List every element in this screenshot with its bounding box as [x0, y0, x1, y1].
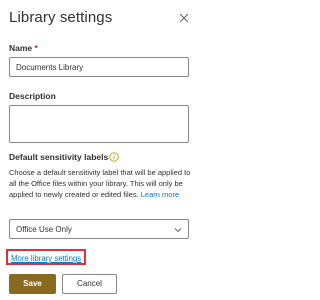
- description-label: Description: [9, 91, 56, 101]
- panel-title: Library settings: [9, 9, 113, 26]
- info-icon[interactable]: [109, 152, 119, 162]
- sensitivity-description: Choose a default sensitivity label that …: [9, 167, 195, 200]
- save-button[interactable]: Save: [9, 274, 56, 294]
- sensitivity-label-heading: Default sensitivity labels: [9, 152, 109, 162]
- close-icon[interactable]: [178, 12, 190, 24]
- required-marker: *: [34, 43, 38, 53]
- learn-more-link[interactable]: Learn more: [141, 190, 179, 199]
- name-label-text: Name: [9, 43, 33, 53]
- library-settings-panel: Library settings Name * Documents Librar…: [0, 0, 200, 300]
- chevron-down-icon: [174, 228, 182, 233]
- cancel-button[interactable]: Cancel: [62, 274, 117, 294]
- more-library-settings-link[interactable]: More library settings: [11, 253, 81, 264]
- sensitivity-dropdown[interactable]: Office Use Only: [9, 219, 189, 239]
- more-settings-highlight: More library settings: [6, 249, 87, 265]
- name-label: Name *: [9, 43, 38, 53]
- sensitivity-selected-value: Office Use Only: [16, 225, 72, 234]
- description-textarea[interactable]: [9, 105, 189, 143]
- name-input[interactable]: Documents Library: [9, 57, 189, 77]
